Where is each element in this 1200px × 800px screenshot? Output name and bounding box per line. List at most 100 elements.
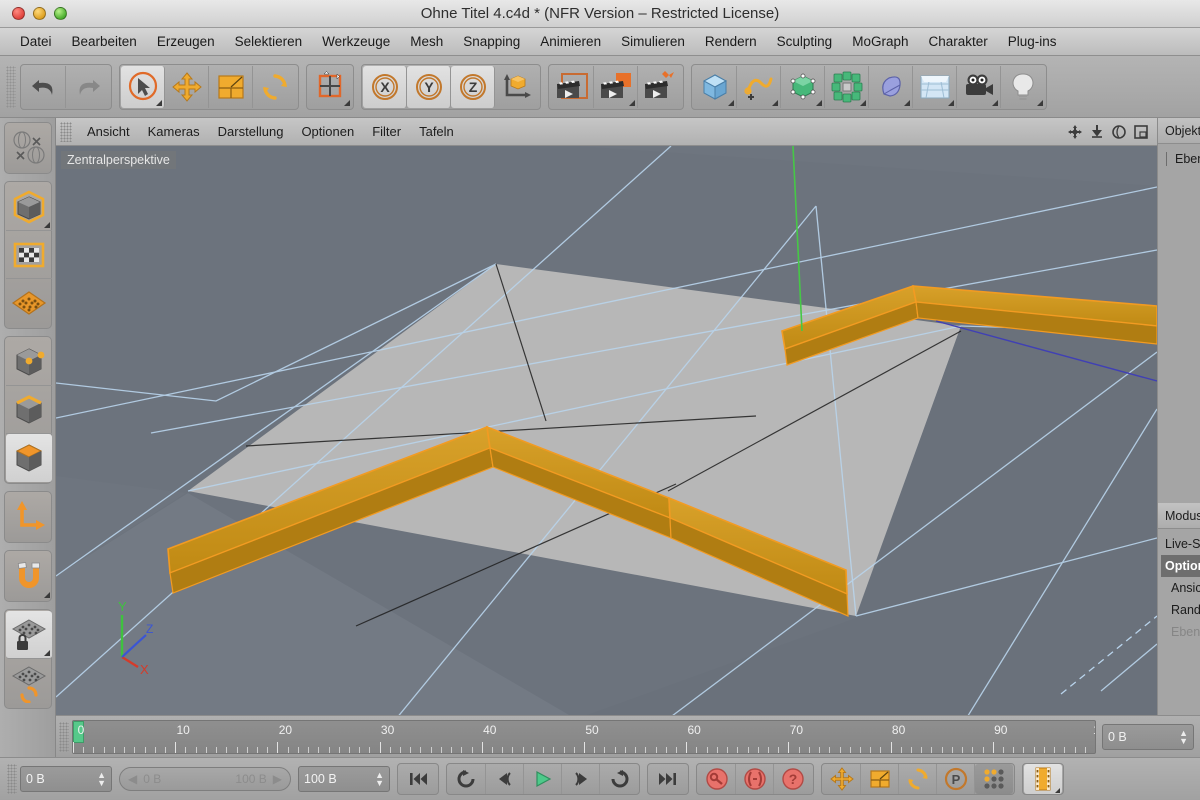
model-mode-button[interactable] — [5, 183, 52, 231]
axis-system-button[interactable] — [6, 124, 52, 172]
snapping-button[interactable] — [308, 66, 352, 108]
points-mode-button[interactable] — [5, 338, 52, 386]
lock-workplane-button[interactable] — [5, 611, 52, 659]
menu-simulieren[interactable]: Simulieren — [611, 32, 695, 51]
timeline-grip[interactable] — [59, 721, 69, 752]
magnet-menu-corner[interactable] — [43, 592, 50, 598]
keyframe-help-button[interactable]: ? — [774, 764, 812, 794]
object-tree-item[interactable]: Ebene — [1161, 148, 1200, 170]
menu-mograph[interactable]: MoGraph — [842, 32, 918, 51]
snapping-menu-corner[interactable] — [344, 99, 350, 106]
workplane-button[interactable] — [6, 279, 52, 327]
lock-workplane-menu-corner[interactable] — [43, 650, 50, 656]
maximize-view-icon[interactable] — [1133, 124, 1149, 140]
step-forward-button[interactable] — [562, 764, 600, 794]
range-right-arrow[interactable]: ▶ — [273, 772, 282, 786]
preview-range-slider[interactable]: ◀ 0 B 100 B ▶ — [119, 767, 291, 791]
menu-datei[interactable]: Datei — [10, 32, 62, 51]
rotate-workplane-button[interactable] — [6, 659, 52, 707]
attribute-row-ansicht[interactable]: Ansicht — [1161, 577, 1200, 599]
viewport-3d[interactable]: Zentralperspektive Y X Z — [56, 146, 1157, 715]
timeline-menu-corner[interactable] — [1055, 788, 1060, 793]
axis-lock-z-button[interactable]: Z — [451, 65, 495, 108]
spline-menu-corner[interactable] — [772, 99, 778, 106]
attribute-row-ebene[interactable]: Ebene — [1161, 621, 1200, 643]
rotate-tool-button[interactable] — [253, 66, 297, 108]
viewport-menu-filter[interactable]: Filter — [363, 123, 410, 140]
menu-selektieren[interactable]: Selektieren — [225, 32, 313, 51]
timeline-button[interactable] — [1024, 764, 1062, 794]
scale-key-button[interactable] — [861, 764, 899, 794]
spline-button[interactable] — [737, 65, 781, 108]
go-to-end-button[interactable] — [649, 764, 687, 794]
autokey-button[interactable] — [736, 764, 774, 794]
current-frame-field[interactable]: 0 B ▲ ▼ — [20, 766, 112, 792]
generator-menu-corner[interactable] — [816, 99, 822, 106]
viewport-grip[interactable] — [60, 121, 72, 142]
model-mode-menu-corner[interactable] — [43, 222, 50, 228]
menu-erzeugen[interactable]: Erzeugen — [147, 32, 225, 51]
go-to-start-button[interactable] — [399, 764, 437, 794]
redo-button[interactable] — [66, 66, 110, 108]
range-left-arrow[interactable]: ◀ — [128, 772, 137, 786]
next-key-button[interactable] — [600, 764, 638, 794]
record-key-button[interactable] — [698, 764, 736, 794]
scale-tool-button[interactable] — [209, 65, 253, 108]
menu-werkzeuge[interactable]: Werkzeuge — [312, 32, 400, 51]
attribute-row-rand[interactable]: Rand — [1161, 599, 1200, 621]
coordinate-system-button[interactable] — [495, 66, 539, 108]
step-back-button[interactable] — [486, 764, 524, 794]
menu-plugins[interactable]: Plug-ins — [998, 32, 1067, 51]
viewport-menu-ansicht[interactable]: Ansicht — [78, 123, 139, 140]
polygons-mode-button[interactable] — [5, 434, 52, 482]
attribute-section-optionen[interactable]: Optionen — [1161, 555, 1200, 577]
menu-bearbeiten[interactable]: Bearbeiten — [62, 32, 147, 51]
axis-lock-x-button[interactable]: X — [363, 65, 407, 108]
timeline-frame-stepper[interactable]: ▲ ▼ — [1179, 728, 1188, 745]
render-settings-button[interactable] — [638, 66, 682, 108]
menu-mesh[interactable]: Mesh — [400, 32, 453, 51]
light-button[interactable] — [1001, 66, 1045, 108]
menu-snapping[interactable]: Snapping — [453, 32, 530, 51]
pan-view-icon[interactable] — [1067, 124, 1083, 140]
play-button[interactable] — [524, 764, 562, 794]
camera-button[interactable] — [957, 65, 1001, 108]
select-tool-menu-corner[interactable] — [156, 99, 162, 106]
timeline-ruler[interactable]: 0 10 20 30 40 50 60 70 80 90 100 — [72, 719, 1096, 754]
current-frame-stepper[interactable]: ▲ ▼ — [97, 771, 106, 788]
deformer-menu-corner[interactable] — [904, 99, 910, 106]
texture-mode-button[interactable] — [5, 231, 52, 279]
select-tool-button[interactable] — [121, 65, 165, 108]
menu-animieren[interactable]: Animieren — [530, 32, 611, 51]
mograph-menu-corner[interactable] — [860, 99, 866, 106]
render-region-menu-corner[interactable] — [629, 99, 635, 106]
viewport-menu-tafeln[interactable]: Tafeln — [410, 123, 463, 140]
rotation-key-button[interactable] — [899, 764, 937, 794]
move-tool-button[interactable] — [165, 65, 209, 108]
camera-menu-corner[interactable] — [992, 99, 998, 106]
menu-charakter[interactable]: Charakter — [918, 32, 997, 51]
end-frame-field[interactable]: 100 B ▲ ▼ — [298, 766, 390, 792]
parameter-key-button[interactable]: P — [937, 764, 975, 794]
floor-menu-corner[interactable] — [948, 99, 954, 106]
pla-key-button[interactable] — [975, 764, 1013, 794]
undo-button[interactable] — [22, 65, 66, 108]
bottom-grip[interactable] — [7, 764, 17, 794]
render-view-button[interactable] — [550, 65, 594, 108]
object-axis-button[interactable] — [6, 493, 52, 541]
orbit-view-icon[interactable] — [1111, 124, 1127, 140]
edges-mode-button[interactable] — [5, 386, 52, 434]
render-region-button[interactable] — [594, 65, 638, 108]
primitive-menu-corner[interactable] — [728, 99, 734, 106]
previous-key-button[interactable] — [448, 764, 486, 794]
dolly-view-icon[interactable] — [1089, 124, 1105, 140]
menu-sculpting[interactable]: Sculpting — [767, 32, 843, 51]
viewport-menu-darstellung[interactable]: Darstellung — [209, 123, 293, 140]
viewport-menu-kameras[interactable]: Kameras — [139, 123, 209, 140]
end-frame-stepper[interactable]: ▲ ▼ — [375, 771, 384, 788]
toolbar-grip[interactable] — [6, 65, 16, 108]
generator-button[interactable] — [781, 65, 825, 108]
light-menu-corner[interactable] — [1037, 99, 1043, 106]
primitive-button[interactable] — [693, 65, 737, 108]
attribute-tool-row[interactable]: Live-Selektion — [1161, 533, 1200, 555]
